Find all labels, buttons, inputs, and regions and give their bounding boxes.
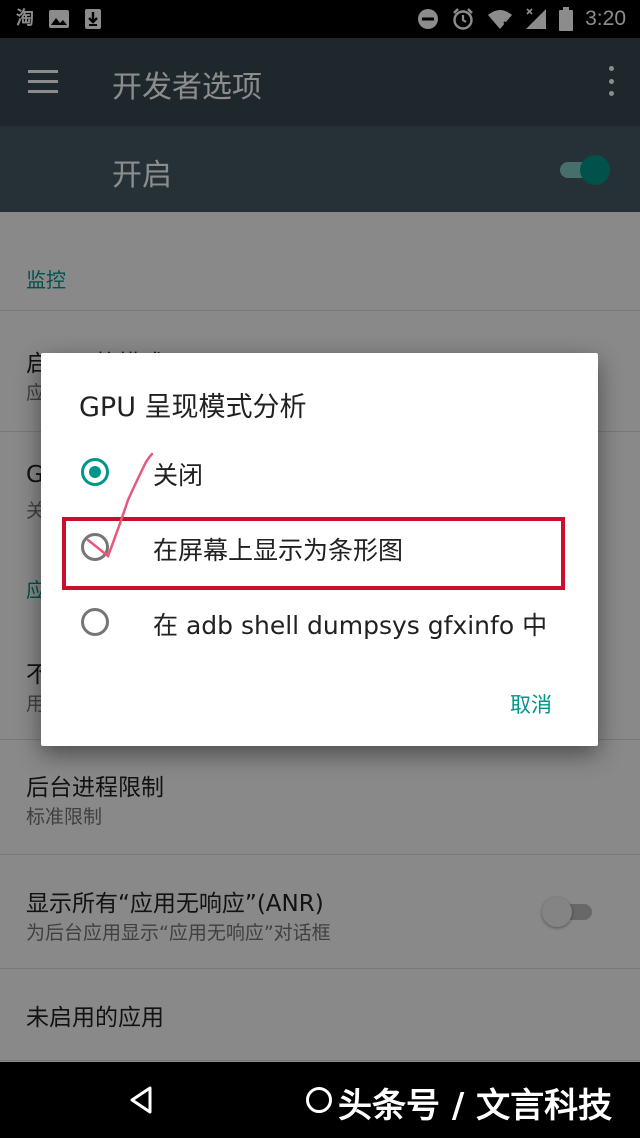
option-adb-gfxinfo[interactable]: 在 adb shell dumpsys gfxinfo 中 bbox=[41, 591, 598, 657]
back-icon[interactable] bbox=[124, 1082, 160, 1118]
home-icon[interactable] bbox=[306, 1087, 332, 1113]
option-off[interactable]: 关闭 bbox=[41, 441, 598, 507]
radio-checked-icon[interactable] bbox=[81, 458, 109, 486]
radio-unchecked-icon[interactable] bbox=[81, 608, 109, 636]
option-label: 在 adb shell dumpsys gfxinfo 中 bbox=[153, 611, 548, 640]
cancel-button[interactable]: 取消 bbox=[510, 689, 552, 719]
option-label: 关闭 bbox=[153, 461, 204, 490]
dialog-title: GPU 呈现模式分析 bbox=[79, 392, 307, 423]
annotation-highlight-box bbox=[62, 517, 565, 590]
navigation-bar: 头条号 / 文言科技 bbox=[0, 1062, 640, 1138]
watermark-text: 头条号 / 文言科技 bbox=[338, 1086, 613, 1126]
